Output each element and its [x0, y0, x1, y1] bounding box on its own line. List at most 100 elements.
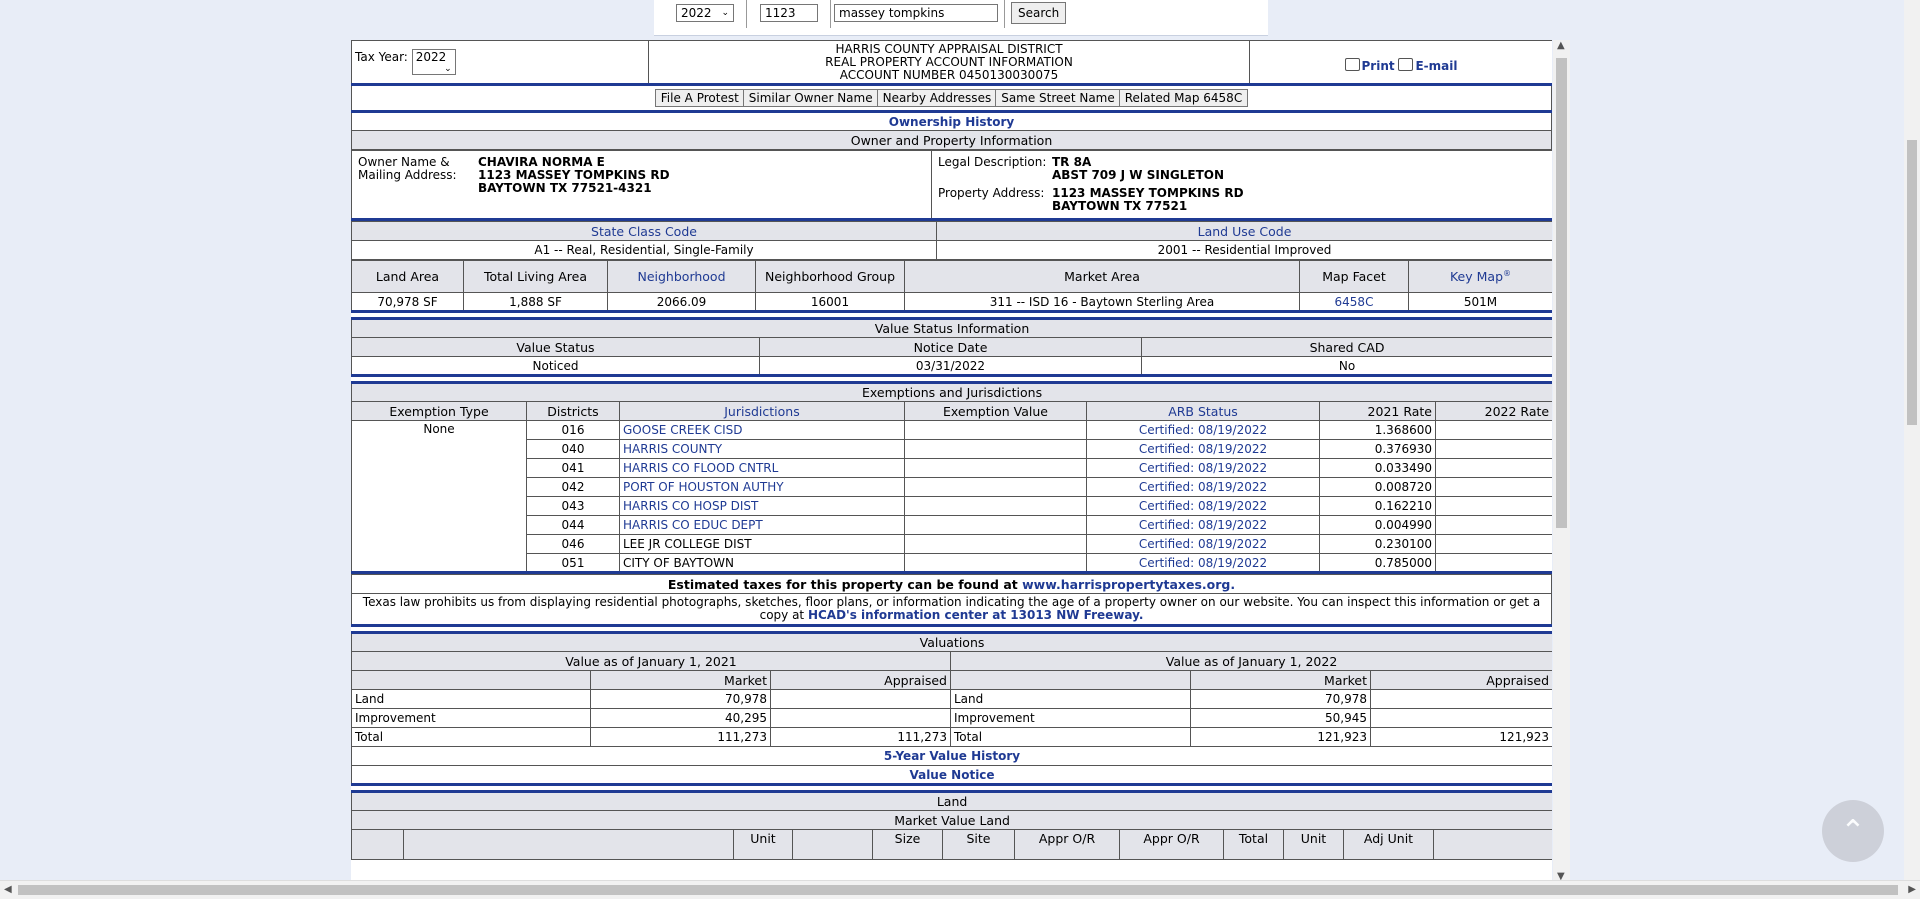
- same-street-button[interactable]: Same Street Name: [995, 89, 1121, 107]
- rate-2022: [1434, 534, 1552, 554]
- scroll-left-icon[interactable]: ◀: [4, 884, 12, 895]
- jurisdiction-name-text[interactable]: HARRIS COUNTY: [623, 442, 722, 456]
- legal-label: Legal Description:: [938, 155, 1047, 169]
- market-value: 111,273: [590, 727, 771, 747]
- neighborhood-group-value: 16001: [755, 292, 905, 313]
- map-facet-link[interactable]: 6458C: [1335, 295, 1374, 309]
- street-number-input[interactable]: 1123: [760, 4, 818, 22]
- nearby-addresses-button[interactable]: Nearby Addresses: [876, 89, 998, 107]
- back-to-top-button[interactable]: ⌃: [1822, 800, 1884, 862]
- chevron-up-icon: ⌃: [1840, 813, 1866, 849]
- market-value: 70,978: [590, 689, 771, 709]
- arb-status-text[interactable]: Certified: 08/19/2022: [1139, 461, 1267, 475]
- search-button[interactable]: Search: [1011, 2, 1067, 24]
- jurisdiction-name: HARRIS CO HOSP DIST: [619, 496, 905, 516]
- divider: [746, 0, 747, 28]
- rate-2021-text: 0.785000: [1374, 555, 1432, 570]
- district-code-text: 042: [561, 480, 585, 494]
- scroll-up-icon[interactable]: ▲: [1557, 40, 1565, 51]
- horizontal-scrollbar[interactable]: ◀ ▶: [0, 880, 1920, 899]
- owner-info: Owner Name & Mailing Address: CHAVIRA NO…: [351, 150, 1552, 221]
- value-history-link[interactable]: 5-Year Value History: [884, 749, 1020, 763]
- jurisdiction-row: 043 HARRIS CO HOSP DIST Certified: 08/19/2…: [352, 496, 1552, 516]
- jurisdiction-name: HARRIS CO FLOOD CNTRL: [619, 458, 905, 478]
- scroll-right-icon[interactable]: ▶: [1908, 884, 1916, 895]
- report-subtitle: REAL PROPERTY ACCOUNT INFORMATION: [825, 54, 1073, 69]
- key-map-link[interactable]: Key Map®: [1450, 269, 1511, 284]
- rate-2021-text: 0.230100: [1374, 537, 1432, 551]
- rate-2022: [1434, 420, 1552, 440]
- jurisdiction-row: 041 HARRIS CO FLOOD CNTRL Certified: 08/19…: [352, 458, 1552, 478]
- district-code-text: 043: [561, 499, 585, 513]
- taxes-note: Estimated taxes for this property can be…: [351, 574, 1552, 594]
- arb-status: Certified: 08/19/2022: [1086, 553, 1320, 574]
- ownership-history-link[interactable]: Ownership History: [889, 115, 1014, 129]
- value-status: Value Status Information Value Status No…: [351, 317, 1552, 377]
- rate-2021-text: 0.162210: [1374, 499, 1432, 513]
- market-header-2021: Market: [590, 670, 771, 690]
- search-year-value: 2022: [681, 6, 712, 20]
- rate-2021: 0.376930: [1319, 439, 1436, 459]
- exemption-value: [904, 515, 1087, 535]
- rate-2022: [1434, 496, 1552, 516]
- arb-status-text[interactable]: Certified: 08/19/2022: [1139, 442, 1267, 456]
- value-status-header: Value Status: [351, 337, 760, 357]
- jurisdiction-name: HARRIS CO EDUC DEPT: [619, 515, 905, 535]
- page-scrollbar[interactable]: [1904, 0, 1920, 880]
- exemption-type-value: None: [351, 420, 527, 574]
- living-area-header: Total Living Area: [463, 260, 608, 293]
- harris-property-taxes-link[interactable]: www.harrispropertytaxes.org.: [1022, 577, 1235, 592]
- district-code: 051: [526, 553, 620, 574]
- row-label: Total: [351, 727, 591, 747]
- district-code-text: 040: [561, 442, 585, 456]
- file-protest-button[interactable]: File A Protest: [654, 89, 745, 107]
- district-code: 041: [526, 458, 620, 478]
- arb-status-text[interactable]: Certified: 08/19/2022: [1139, 480, 1267, 494]
- neighborhood-group-header: Neighborhood Group: [755, 260, 905, 293]
- arb-status-text[interactable]: Certified: 08/19/2022: [1139, 556, 1267, 570]
- arb-status-text[interactable]: Certified: 08/19/2022: [1139, 518, 1267, 532]
- shared-cad-value: No: [1140, 356, 1552, 377]
- row-label: Improvement: [950, 708, 1191, 728]
- tax-year-select[interactable]: 2022 ⌄: [411, 49, 456, 75]
- jurisdiction-name: PORT OF HOUSTON AUTHY: [619, 477, 905, 497]
- notice-date-header: Notice Date: [759, 337, 1142, 357]
- district-code: 046: [526, 534, 620, 554]
- horizontal-scrollbar-thumb[interactable]: [18, 885, 1898, 895]
- arb-status: Certified: 08/19/2022: [1086, 420, 1320, 440]
- related-map-button[interactable]: Related Map 6458C: [1118, 89, 1249, 107]
- arb-status-text[interactable]: Certified: 08/19/2022: [1139, 423, 1267, 437]
- jurisdiction-name-text: LEE JR COLLEGE DIST: [623, 537, 752, 551]
- search-year-select[interactable]: 2022 ⌄: [676, 4, 734, 22]
- arb-status: Certified: 08/19/2022: [1086, 534, 1320, 554]
- appr-or-header-2: Appr O/R: [1119, 829, 1224, 860]
- page-scrollbar-thumb[interactable]: [1907, 140, 1917, 425]
- district-code-text: 046: [561, 537, 585, 551]
- state-class-code-link[interactable]: State Class Code: [591, 224, 697, 239]
- jurisdiction-row: 046 LEE JR COLLEGE DIST Certified: 08/19/2…: [352, 534, 1552, 554]
- districts-header: Districts: [526, 401, 620, 421]
- jurisdiction-name-text[interactable]: HARRIS CO FLOOD CNTRL: [623, 461, 778, 475]
- arb-status-link[interactable]: ARB Status: [1168, 404, 1238, 419]
- arb-status-text[interactable]: Certified: 08/19/2022: [1139, 499, 1267, 513]
- key-map-value: 501M: [1408, 292, 1552, 313]
- land-use-code-link[interactable]: Land Use Code: [1198, 224, 1292, 239]
- owner-cell: Owner Name & Mailing Address: CHAVIRA NO…: [351, 150, 932, 221]
- ownership-history-row: Ownership History Owner and Property Inf…: [351, 110, 1552, 150]
- jurisdiction-name-text[interactable]: HARRIS CO HOSP DIST: [623, 499, 758, 513]
- jurisdiction-name-text[interactable]: PORT OF HOUSTON AUTHY: [623, 480, 784, 494]
- value-notice-link[interactable]: Value Notice: [909, 768, 994, 782]
- neighborhood-link[interactable]: Neighborhood: [637, 269, 725, 284]
- jurisdiction-name-text[interactable]: HARRIS CO EDUC DEPT: [623, 518, 763, 532]
- email-link[interactable]: E-mail: [1398, 58, 1457, 73]
- hcad-info-center-link[interactable]: HCAD's information center at 13013 NW Fr…: [808, 608, 1143, 622]
- arb-status-text[interactable]: Certified: 08/19/2022: [1139, 537, 1267, 551]
- similar-owner-button[interactable]: Similar Owner Name: [742, 89, 879, 107]
- jurisdictions-link[interactable]: Jurisdictions: [724, 404, 799, 419]
- report-scrollbar-thumb[interactable]: [1556, 58, 1567, 528]
- street-name-input[interactable]: massey tompkins: [834, 4, 998, 22]
- jurisdiction-name-text[interactable]: GOOSE CREEK CISD: [623, 423, 743, 437]
- print-link[interactable]: Print: [1344, 58, 1395, 73]
- chevron-down-icon: ⌄: [721, 8, 729, 18]
- report-scrollbar[interactable]: ▲ ▼: [1553, 40, 1570, 882]
